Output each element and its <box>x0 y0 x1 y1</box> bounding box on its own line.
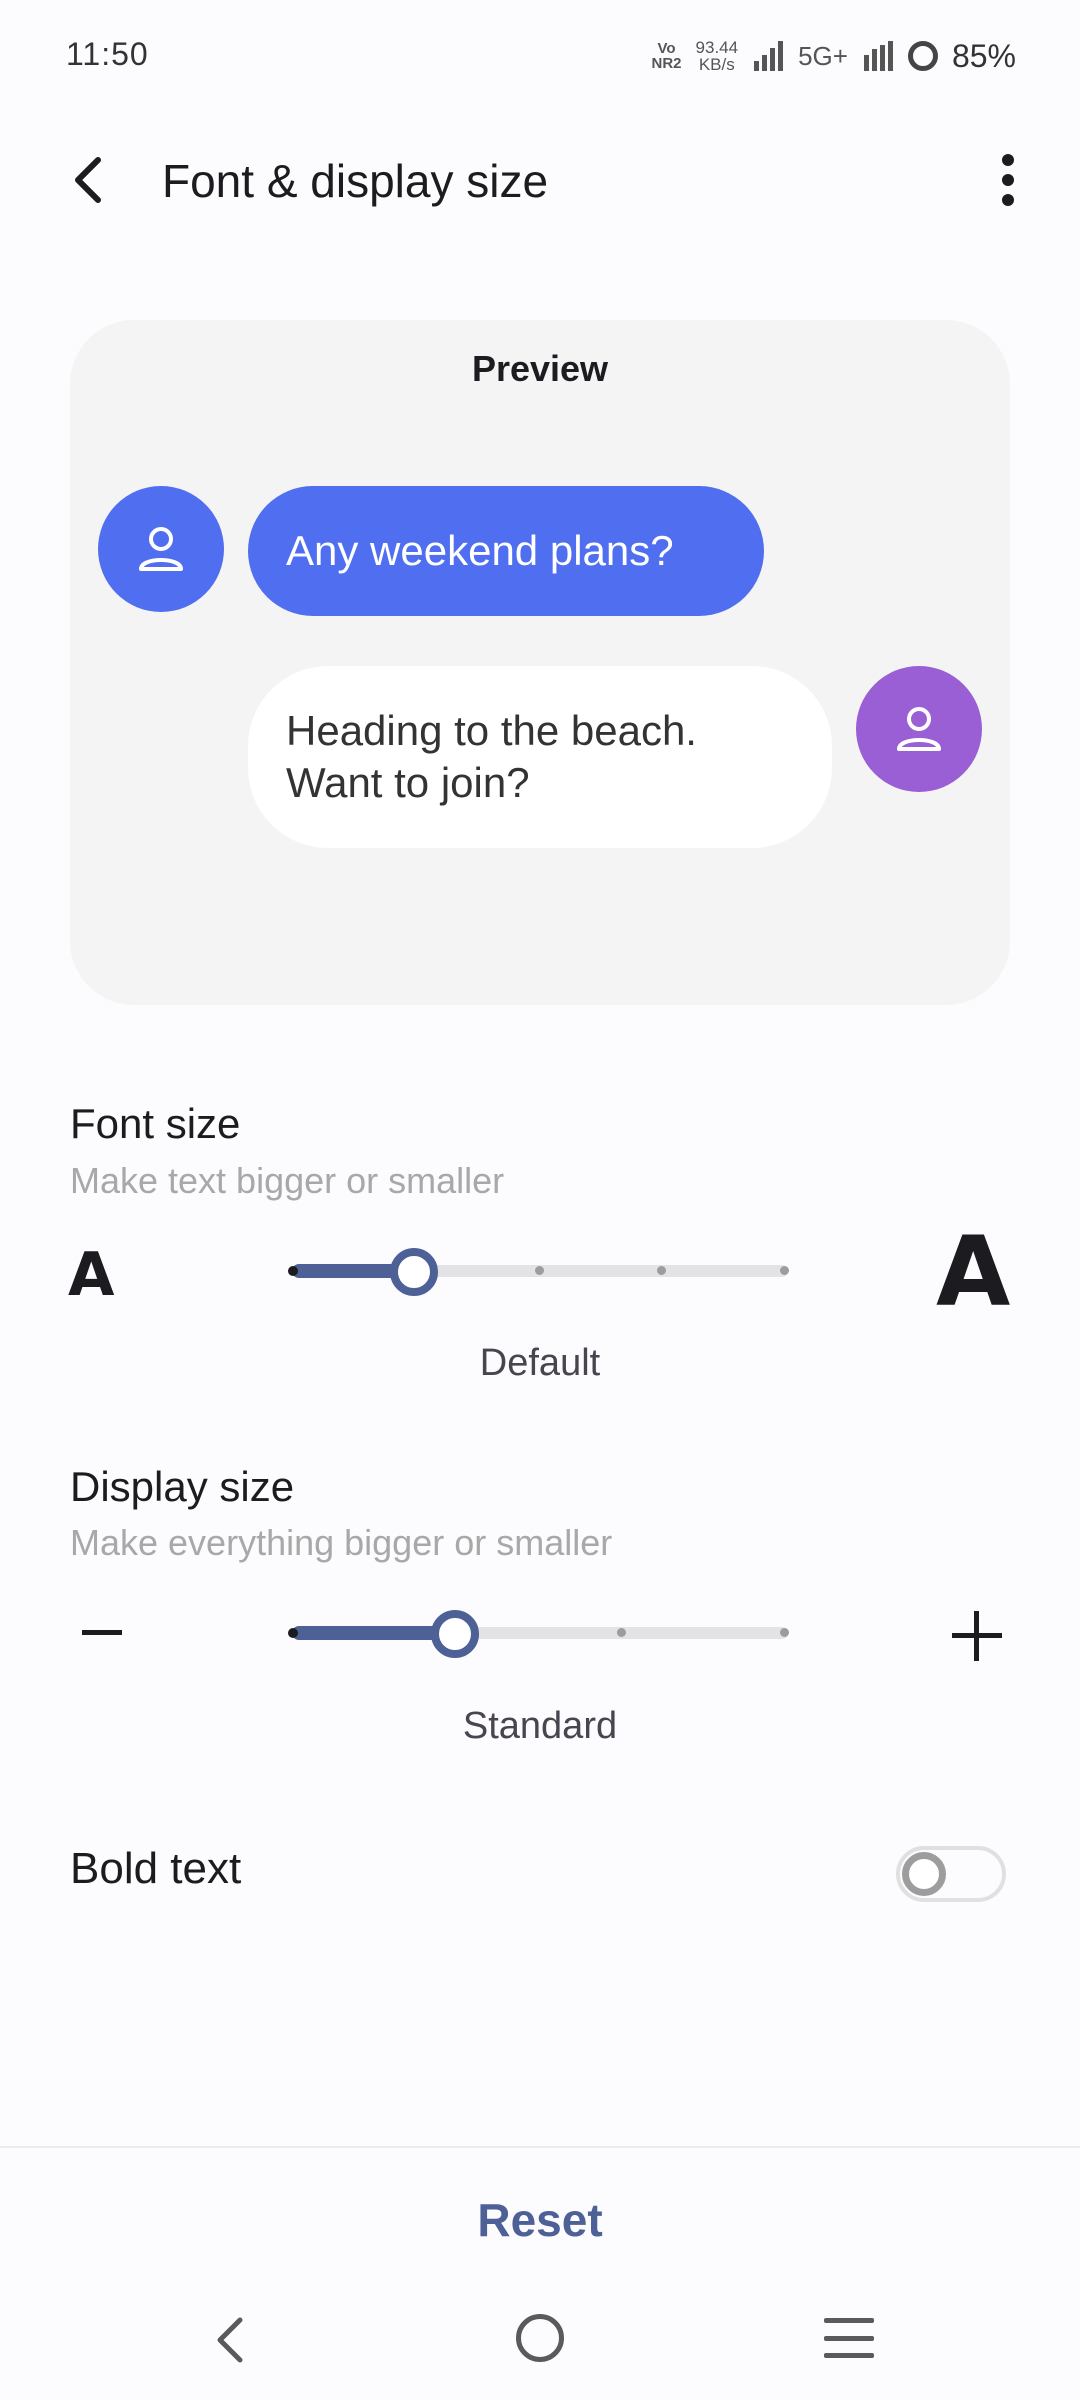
display-size-slider-thumb[interactable] <box>431 1610 479 1658</box>
volte-top: Vo <box>657 40 676 57</box>
network-speed-value: 93.44 <box>695 38 739 57</box>
page-title: Font & display size <box>162 155 549 207</box>
font-size-slider-start <box>288 1266 298 1276</box>
bold-text-toggle-knob <box>902 1852 946 1896</box>
bold-text-toggle[interactable] <box>896 1846 1006 1902</box>
plus-icon[interactable] <box>952 1611 1002 1661</box>
signal-icon-secondary <box>863 41 893 71</box>
status-icons: Vo NR2 93.44 KB/s 5G+ 85% <box>652 36 1016 76</box>
font-size-slider-row: A A <box>0 1216 1080 1328</box>
app-bar: Font & display size <box>0 120 1080 240</box>
more-options-button[interactable] <box>976 148 1040 212</box>
more-vert-icon <box>1002 154 1014 206</box>
battery-icon <box>907 41 938 71</box>
avatar-incoming <box>98 486 224 612</box>
signal-icon <box>754 41 784 71</box>
network-speed: 93.44 KB/s <box>696 39 739 73</box>
avatar-outgoing <box>856 666 982 792</box>
font-size-slider-tick <box>535 1266 544 1275</box>
font-size-slider-thumb[interactable] <box>390 1248 438 1296</box>
menu-line <box>824 2335 874 2341</box>
reset-button[interactable]: Reset <box>340 2180 740 2260</box>
status-bar: 11:50 Vo NR2 93.44 KB/s 5G+ 85% <box>0 0 1080 110</box>
status-time: 11:50 <box>66 36 149 72</box>
font-size-slider-tick <box>657 1266 666 1275</box>
menu-line <box>824 2318 874 2323</box>
preview-title: Preview <box>471 348 609 389</box>
menu-line <box>824 2353 874 2358</box>
display-size-slider-start <box>288 1628 298 1638</box>
message-bubble-incoming: Any weekend plans? <box>248 486 764 616</box>
display-size-slider-tick <box>780 1628 789 1637</box>
nav-back-icon <box>217 2317 243 2363</box>
screen: 11:50 Vo NR2 93.44 KB/s 5G+ 85% Font & d… <box>0 0 1080 2400</box>
display-size-value: Standard <box>462 1705 618 1747</box>
font-large-icon: A <box>936 1216 1011 1328</box>
person-icon <box>897 707 941 751</box>
display-size-subtitle: Make everything bigger or smaller <box>70 1522 613 1563</box>
message-text-outgoing-line2: Want to join? <box>286 759 530 806</box>
font-small-icon: A <box>68 1240 115 1310</box>
arrow-back-icon <box>75 157 101 203</box>
nav-recents-button[interactable] <box>824 2314 874 2362</box>
nav-home-button[interactable] <box>516 2314 564 2362</box>
network-speed-unit: KB/s <box>698 55 735 74</box>
display-size-slider-tick <box>617 1628 626 1637</box>
display-size-title: Display size <box>70 1463 295 1510</box>
bold-text-label: Bold text <box>70 1844 242 1893</box>
nav-back-button[interactable] <box>200 2310 260 2370</box>
back-button[interactable] <box>56 148 120 212</box>
message-text-outgoing-line1: Heading to the beach. <box>286 707 697 754</box>
network-type: 5G+ <box>798 40 848 71</box>
preview-card: Preview Any weekend plans? Heading to th… <box>70 320 1010 1005</box>
display-size-slider-row <box>0 1580 1080 1680</box>
volte-bottom: NR2 <box>651 55 682 72</box>
person-icon <box>139 527 183 571</box>
font-size-title: Font size <box>70 1100 241 1147</box>
message-bubble-outgoing: Heading to the beach. Want to join? <box>248 666 832 848</box>
battery-percent: 85% <box>951 37 1016 74</box>
font-size-slider-tick <box>780 1266 789 1275</box>
font-size-value: Default <box>479 1342 601 1384</box>
footer-divider <box>0 2146 1080 2148</box>
font-size-subtitle: Make text bigger or smaller <box>70 1160 505 1201</box>
message-text-incoming: Any weekend plans? <box>286 527 674 574</box>
volte-indicator: Vo NR2 <box>652 41 682 71</box>
minus-icon[interactable] <box>82 1630 122 1635</box>
navigation-bar <box>0 2290 1080 2400</box>
